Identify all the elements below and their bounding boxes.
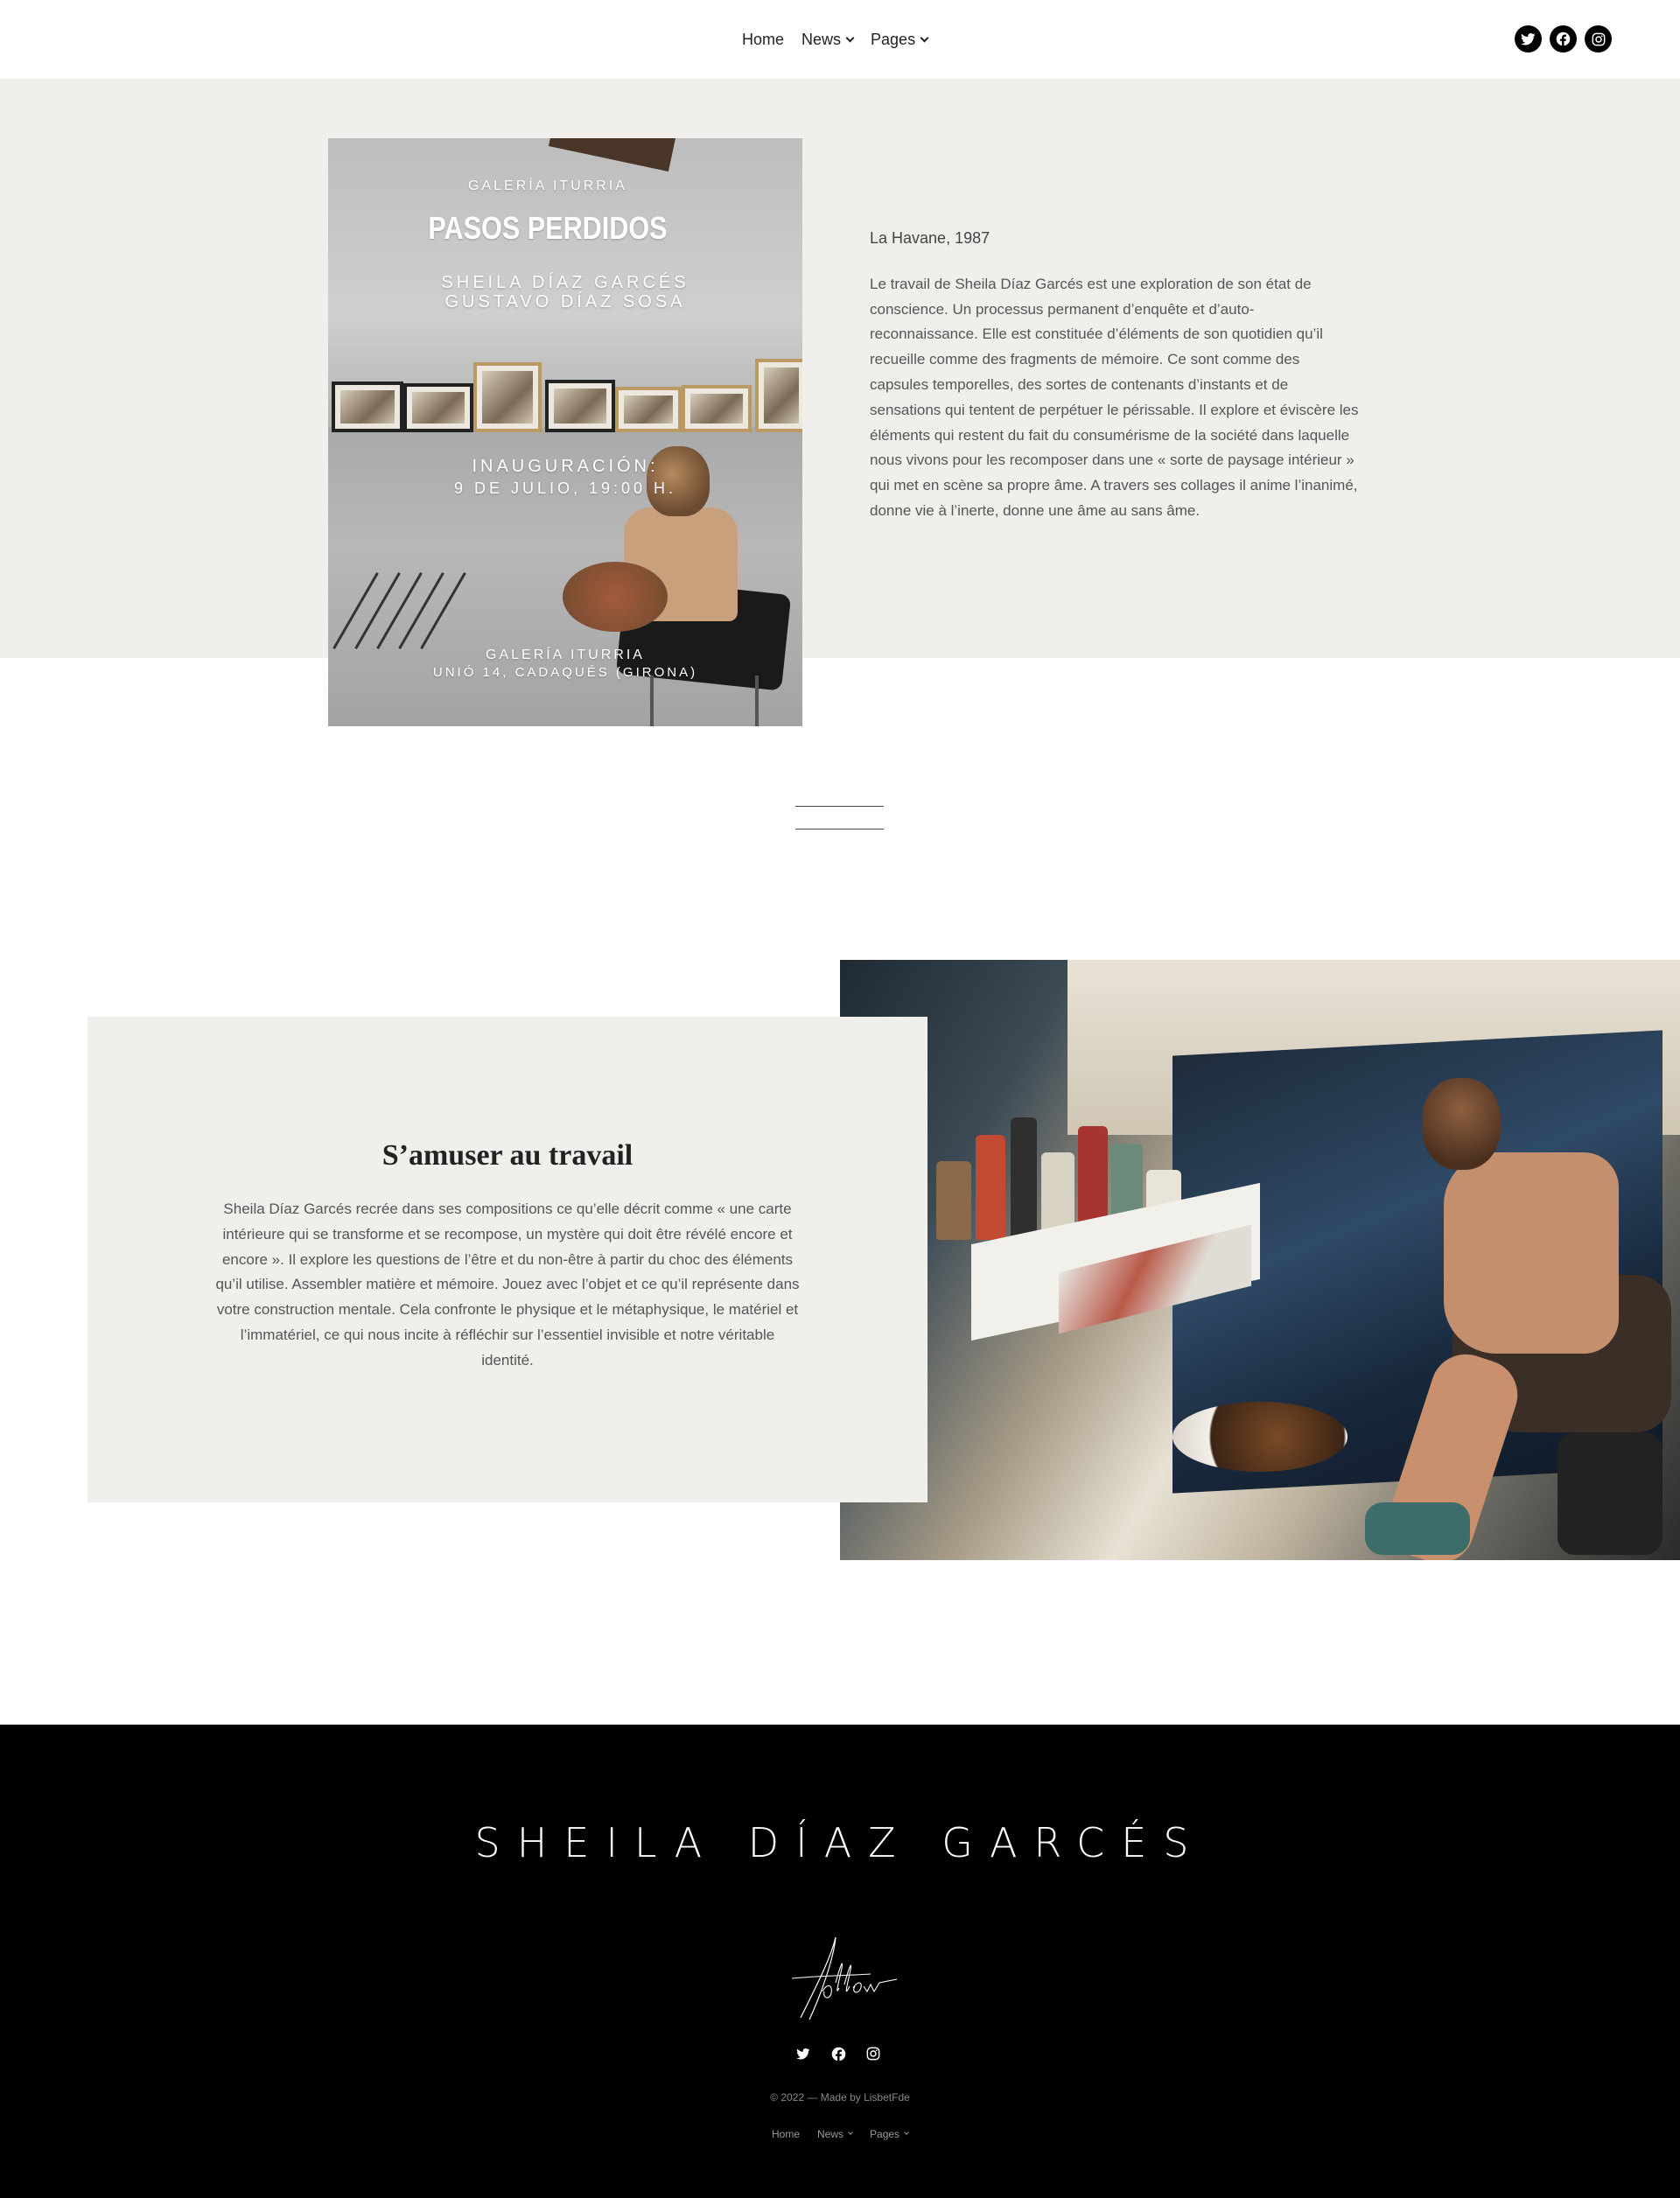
- hero-paragraph: Le travail de Sheila Díaz Garcés est une…: [870, 275, 1359, 519]
- chevron-down-icon: [920, 33, 929, 42]
- poster-date: 9 DE JULIO, 19:00 H.: [453, 480, 677, 497]
- facebook-icon[interactable]: [830, 2045, 847, 2062]
- site-header: Home News Pages: [0, 0, 1680, 79]
- follow-signature: [783, 1930, 906, 2026]
- nav-home-label: Home: [742, 30, 785, 48]
- header-social-links: [1515, 25, 1612, 52]
- poster-gallery: GALERÍA ITURRIA: [468, 178, 627, 193]
- nav-news-label: News: [802, 30, 842, 48]
- frame: [473, 362, 542, 432]
- nav-pages[interactable]: Pages: [871, 30, 929, 49]
- poster-address: UNIÓ 14, CADAQUÉS (GIRONA): [432, 665, 698, 680]
- footer-site-title[interactable]: SHEILA DÍAZ GARCÉS: [0, 1819, 1680, 1866]
- exhibition-poster-image: GALERÍA ITURRIA PASOS PERDIDOS SHEILA DÍ…: [328, 138, 802, 726]
- frame: [615, 387, 682, 432]
- nav-home[interactable]: Home: [742, 31, 784, 49]
- footer-nav-news-label: News: [817, 2128, 844, 2140]
- footer-nav-news[interactable]: News: [817, 2128, 853, 2140]
- poster-artist-1: SHEILA DÍAZ GARCÉS: [441, 273, 690, 292]
- poster-artist-2: GUSTAVO DÍAZ SOSA: [444, 292, 686, 312]
- instagram-icon[interactable]: [1585, 25, 1612, 52]
- feature-paragraph: Sheila Díaz Garcés recrée dans ses compo…: [215, 1200, 800, 1368]
- footer-nav: Home News Pages: [772, 2128, 909, 2140]
- copyright-text: © 2022 — Made by LisbetFde: [770, 2091, 910, 2104]
- nav-pages-label: Pages: [871, 30, 916, 48]
- chevron-down-icon: [845, 33, 855, 42]
- divider: [795, 806, 884, 807]
- twitter-icon[interactable]: [794, 2045, 812, 2062]
- divider: [795, 829, 884, 830]
- hero-text-block: La Havane, 1987 Le travail de Sheila Día…: [870, 226, 1360, 524]
- poster-frames: [328, 359, 802, 432]
- footer-social-links: [794, 2045, 882, 2062]
- frame: [545, 380, 615, 432]
- chevron-down-icon: [848, 2130, 853, 2135]
- studio-photo: [840, 960, 1680, 1560]
- footer-nav-pages[interactable]: Pages: [870, 2128, 909, 2140]
- instagram-icon[interactable]: [864, 2045, 882, 2062]
- footer-nav-pages-label: Pages: [870, 2128, 900, 2140]
- sleeping-dog: [1172, 1402, 1348, 1472]
- poster-inauguration: INAUGURACIÓN:: [472, 457, 659, 476]
- facebook-icon[interactable]: [1550, 25, 1577, 52]
- poster-title: PASOS PERDIDOS: [428, 210, 668, 246]
- main-nav: Home News Pages: [742, 0, 929, 79]
- site-footer: SHEILA DÍAZ GARCÉS © 2022 — Made by Lisb…: [0, 1725, 1680, 2198]
- ceiling-beam: [548, 138, 677, 172]
- hero-section: [0, 79, 1680, 658]
- footer-nav-home-label: Home: [772, 2128, 801, 2140]
- artist-figure: [1348, 1065, 1680, 1560]
- frame: [403, 383, 473, 432]
- poster-venue: GALERÍA ITURRIA: [486, 648, 645, 662]
- feature-card: S’amuser au travail Sheila Díaz Garcés r…: [88, 1017, 928, 1502]
- frame: [682, 385, 752, 432]
- feature-title: S’amuser au travail: [382, 1139, 634, 1172]
- chevron-down-icon: [904, 2130, 909, 2135]
- twitter-icon[interactable]: [1515, 25, 1542, 52]
- footer-nav-home[interactable]: Home: [772, 2128, 800, 2140]
- nav-news[interactable]: News: [802, 30, 855, 49]
- birthplace: La Havane, 1987: [870, 229, 990, 247]
- frame: [332, 382, 403, 432]
- frame: [755, 359, 802, 432]
